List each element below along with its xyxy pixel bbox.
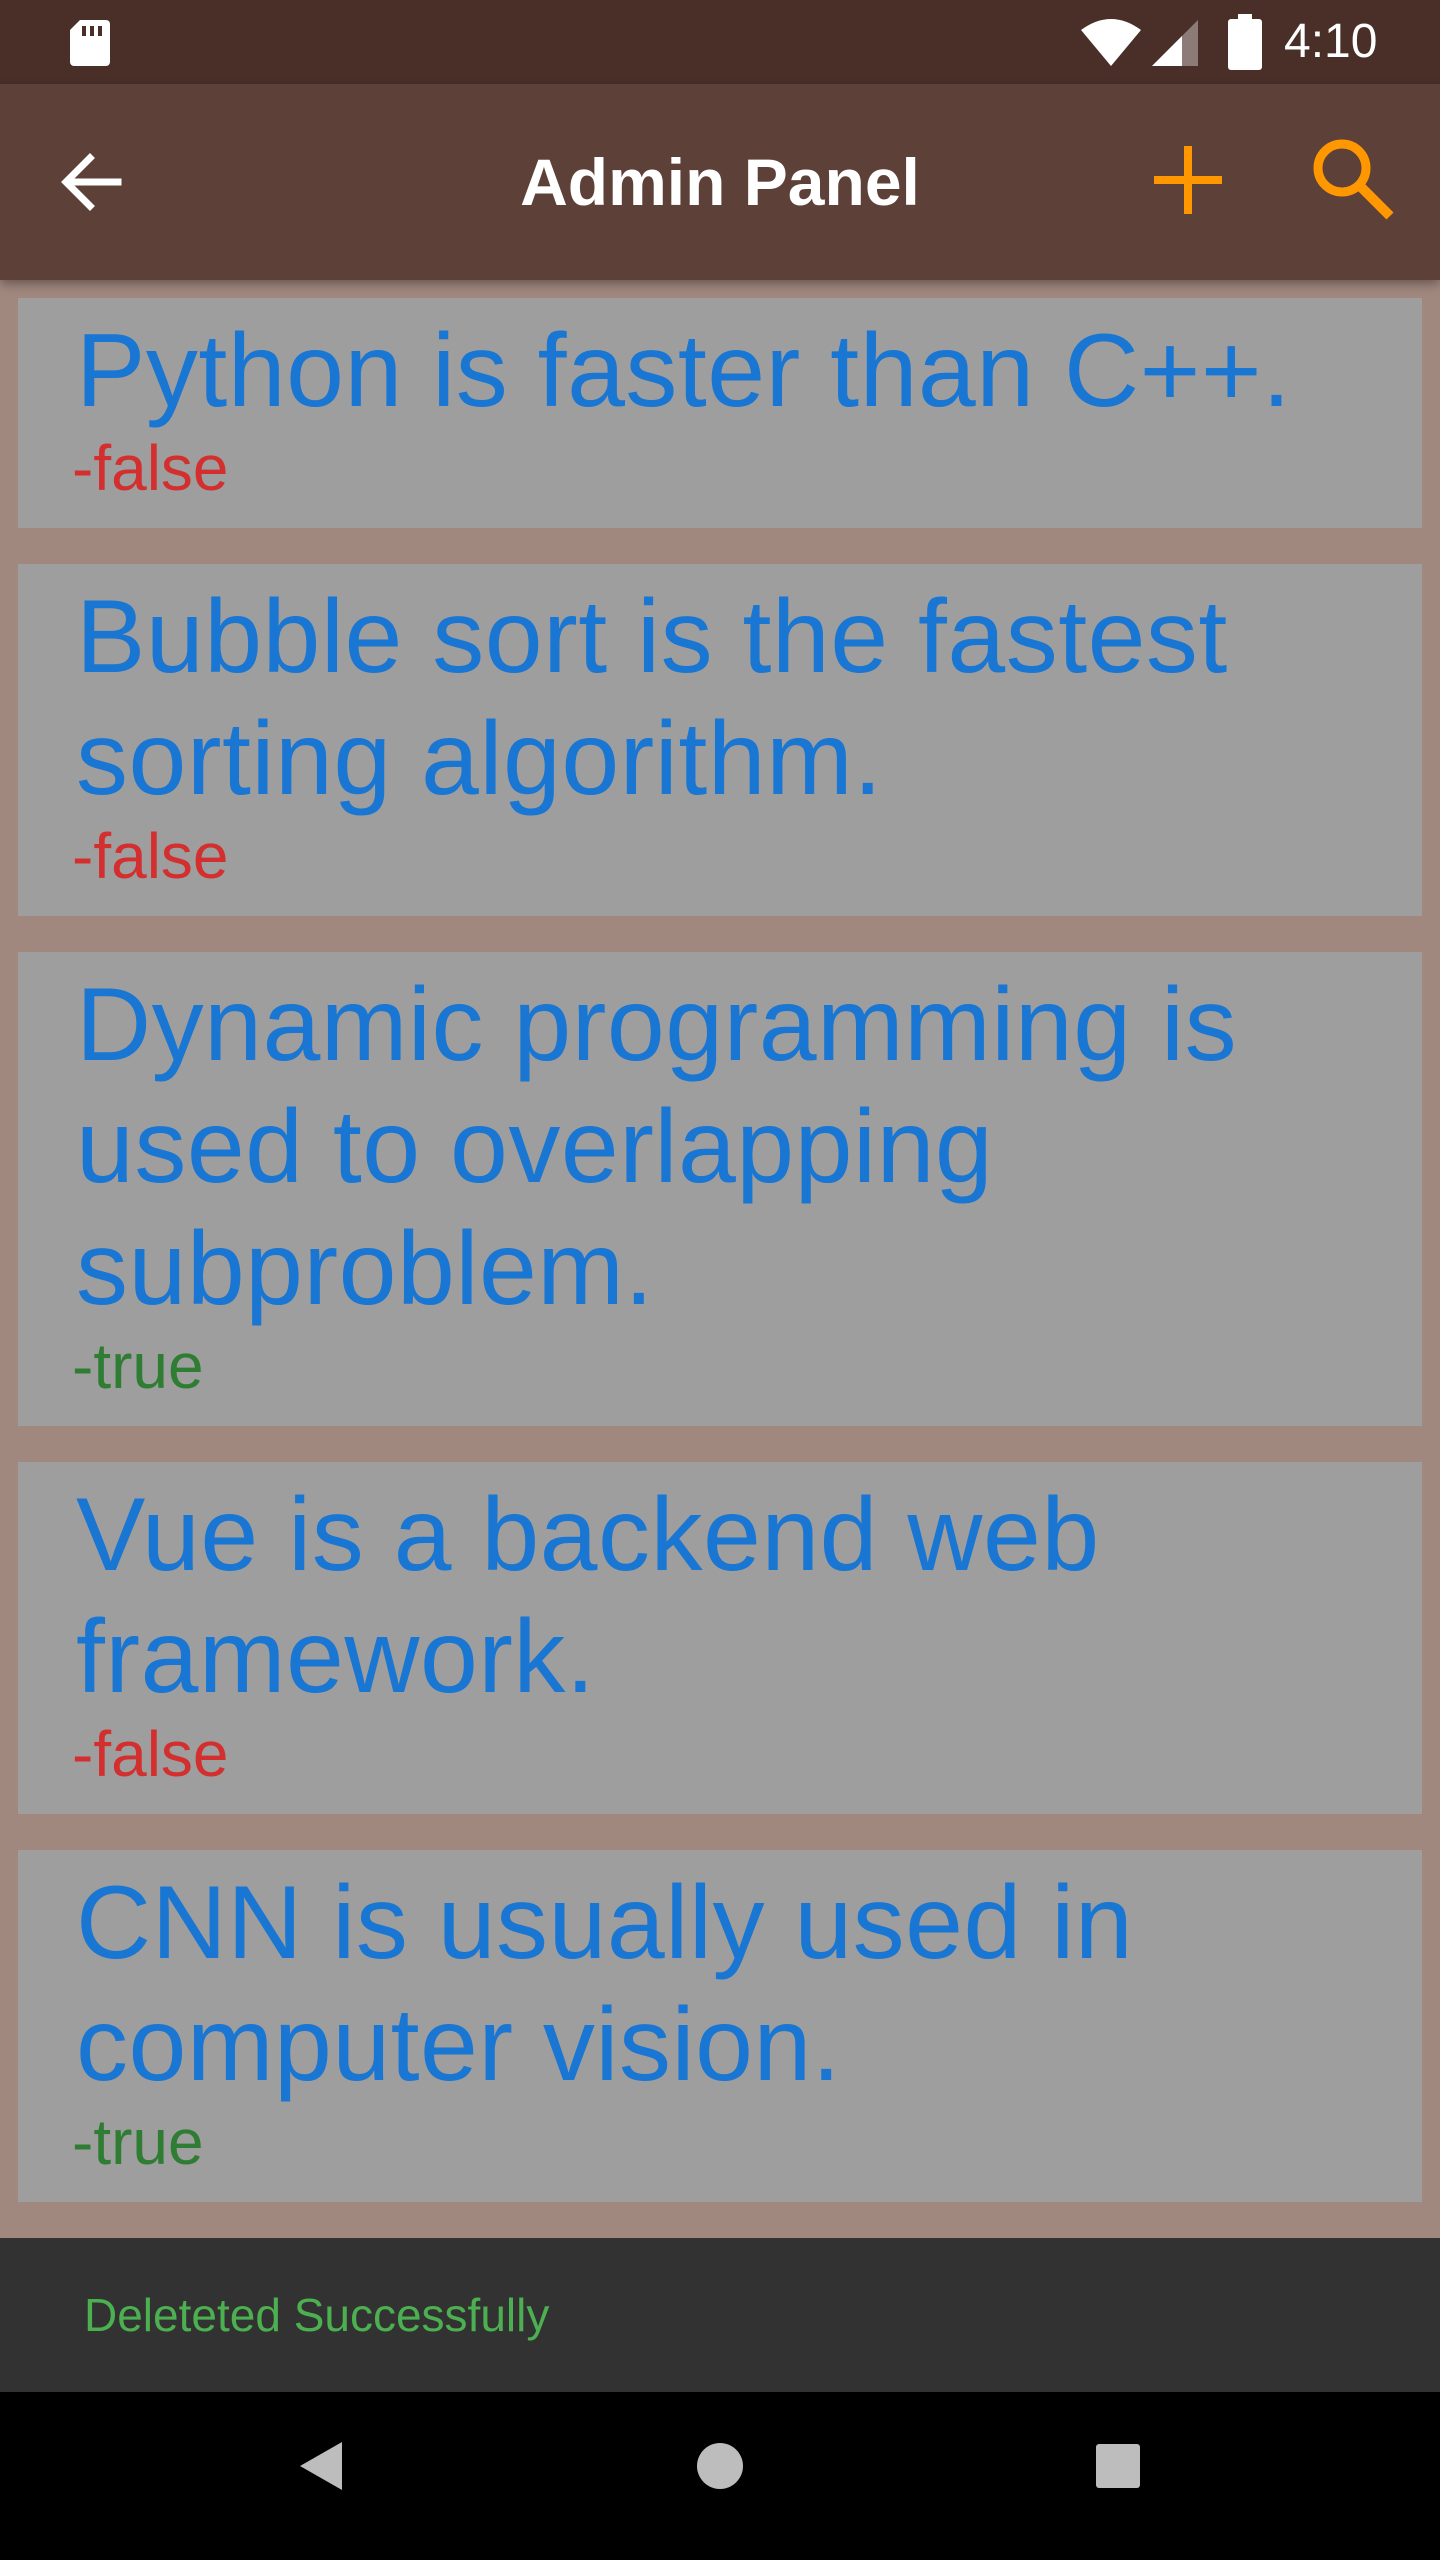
question-card[interactable]: Bubble sort is the fastest sorting algor… (18, 564, 1422, 916)
status-time: 4:10 (1284, 15, 1378, 68)
answer-label: -false (72, 432, 229, 504)
question-text: Vue is a backend web framework. (76, 1477, 1100, 1715)
status-bar: 4:10 (0, 0, 1440, 84)
answer-label: -true (72, 1330, 204, 1402)
search-icon[interactable] (1310, 136, 1396, 222)
system-nav-bar (0, 2392, 1440, 2560)
question-card[interactable]: Dynamic programming is used to overlappi… (18, 952, 1422, 1426)
snackbar-message: Deleteted Successfully (84, 2289, 550, 2341)
snackbar: Deleteted Successfully (0, 2238, 1440, 2392)
question-card[interactable]: Python is faster than C++. -false (18, 298, 1422, 528)
question-card[interactable]: CNN is usually used in computer vision. … (18, 1850, 1422, 2202)
cell-signal-icon (1152, 20, 1198, 66)
nav-recents-icon[interactable] (1096, 2444, 1140, 2488)
nav-back-icon[interactable] (296, 2438, 346, 2494)
app-bar: Admin Panel (0, 84, 1440, 280)
answer-label: -false (72, 820, 229, 892)
question-text: Bubble sort is the fastest sorting algor… (76, 579, 1228, 817)
sd-card-icon (70, 20, 110, 66)
question-card[interactable]: Vue is a backend web framework. -false (18, 1462, 1422, 1814)
wifi-icon (1081, 19, 1141, 66)
question-text: CNN is usually used in computer vision. (76, 1865, 1134, 2103)
battery-icon (1228, 14, 1262, 70)
question-text: Python is faster than C++. (76, 313, 1292, 429)
answer-label: -true (72, 2106, 204, 2178)
question-text: Dynamic programming is used to overlappi… (76, 967, 1238, 1327)
answer-label: -false (72, 1718, 229, 1790)
plus-icon[interactable] (1148, 140, 1228, 220)
nav-home-icon[interactable] (696, 2442, 744, 2490)
